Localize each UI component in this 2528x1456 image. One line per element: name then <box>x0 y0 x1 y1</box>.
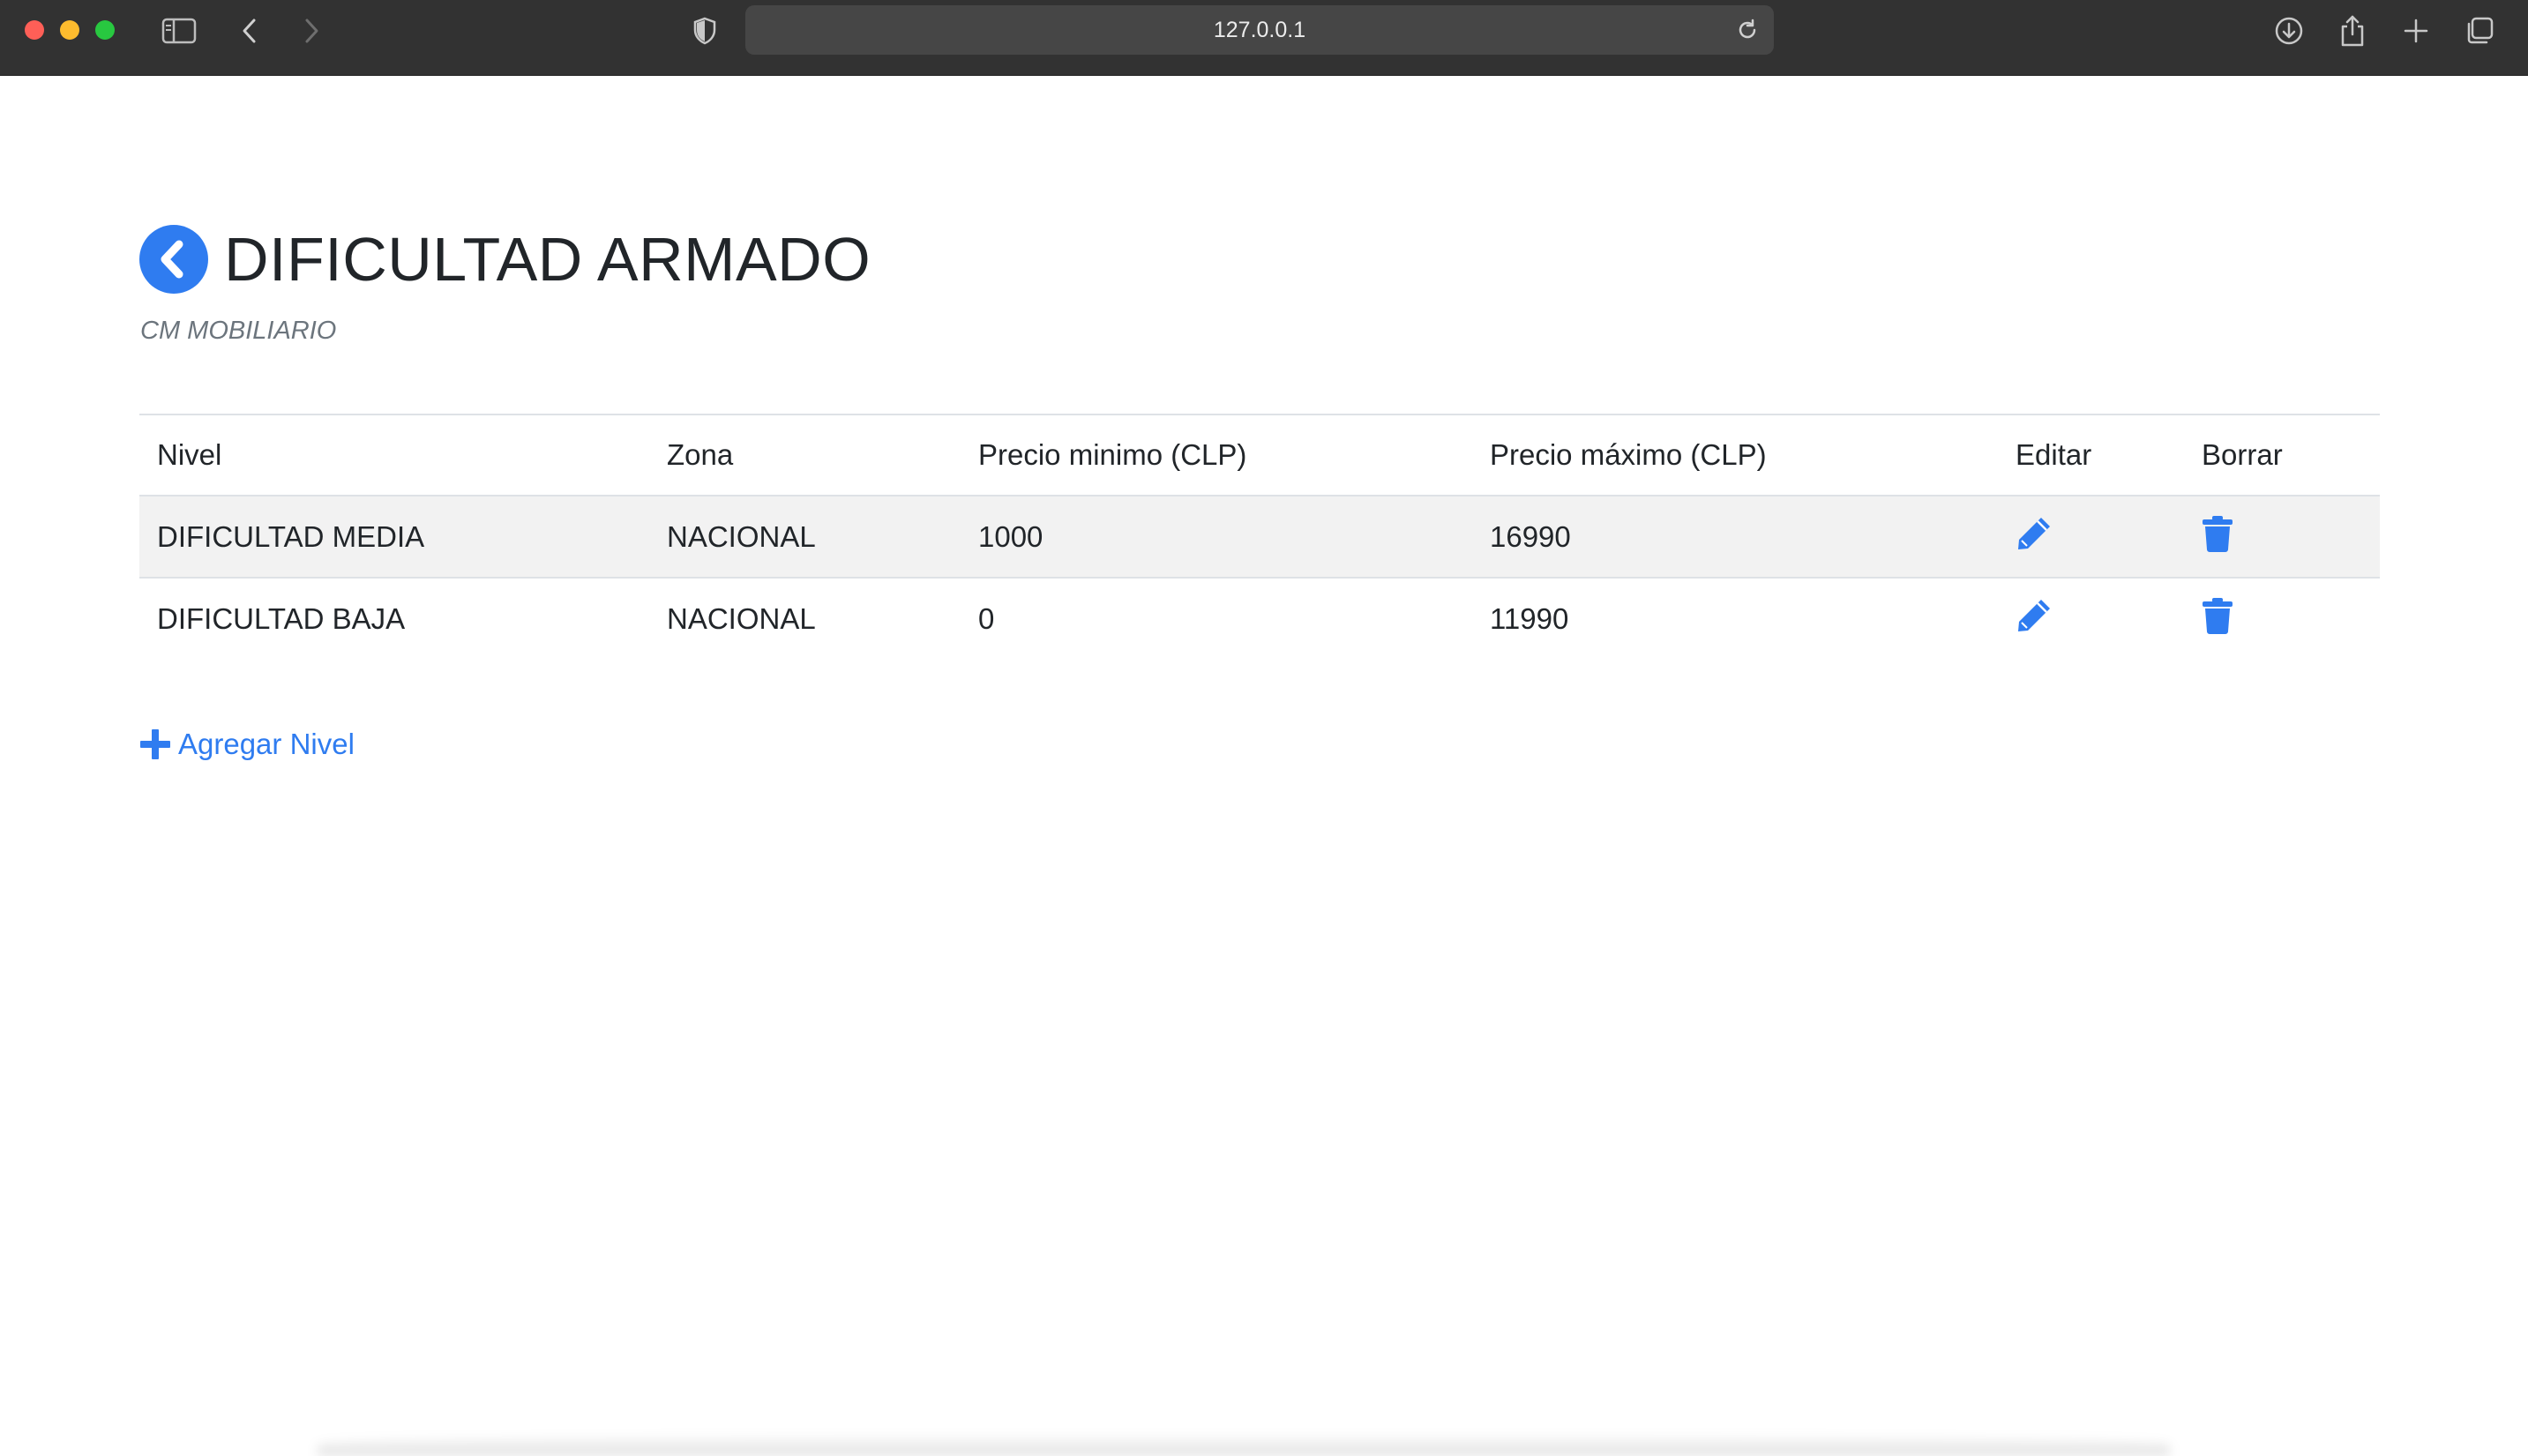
reload-icon[interactable] <box>1733 16 1761 44</box>
url-text: 127.0.0.1 <box>1213 17 1306 42</box>
cell-precio-maximo: 11990 <box>1472 577 1998 660</box>
window-bottom-shadow <box>318 1433 2170 1456</box>
cell-zona: NACIONAL <box>667 519 816 553</box>
pencil-icon[interactable] <box>2016 597 2053 634</box>
page-content: DIFICULTAD ARMADO CM MOBILIARIO Nivel Zo… <box>0 77 2528 1456</box>
downloads-icon[interactable] <box>2269 11 2309 51</box>
page-subtitle: CM MOBILIARIO <box>140 317 337 345</box>
plus-icon <box>140 729 170 759</box>
cell-editar <box>1998 577 2184 660</box>
cell-precio-minimo: 1000 <box>978 519 1043 553</box>
table-header-row: Nivel Zona Precio minimo (CLP) Precio má… <box>139 414 2380 497</box>
back-navigation-icon[interactable] <box>229 11 270 51</box>
column-header-zona: Zona <box>649 414 961 497</box>
browser-toolbar: 127.0.0.1 <box>0 0 2528 76</box>
sidebar-toggle-icon[interactable] <box>159 11 199 51</box>
tab-overview-icon[interactable] <box>2459 11 2500 51</box>
column-header-editar: Editar <box>1998 414 2184 497</box>
column-header-nivel: Nivel <box>139 414 649 497</box>
table-row: DIFICULTAD MEDIA NACIONAL 1000 16990 <box>139 496 2380 578</box>
privacy-shield-icon[interactable] <box>684 11 725 51</box>
add-level-label: Agregar Nivel <box>178 728 355 760</box>
forward-navigation-icon[interactable] <box>291 11 332 51</box>
pencil-icon[interactable] <box>2016 515 2053 552</box>
new-tab-icon[interactable] <box>2396 11 2436 51</box>
back-button[interactable] <box>139 225 208 294</box>
cell-nivel: DIFICULTAD BAJA <box>139 577 649 660</box>
column-header-precio-minimo: Precio minimo (CLP) <box>961 414 1472 497</box>
levels-table: Nivel Zona Precio minimo (CLP) Precio má… <box>139 414 2380 660</box>
minimize-window-button[interactable] <box>60 20 79 40</box>
trash-icon[interactable] <box>2202 515 2233 552</box>
page-header: DIFICULTAD ARMADO <box>139 225 871 294</box>
trash-icon[interactable] <box>2202 597 2233 634</box>
cell-nivel: DIFICULTAD MEDIA <box>157 519 425 553</box>
cell-precio-minimo: 0 <box>961 577 1472 660</box>
column-header-precio-maximo: Precio máximo (CLP) <box>1472 414 1998 497</box>
zoom-window-button[interactable] <box>95 20 115 40</box>
share-icon[interactable] <box>2332 11 2373 51</box>
table-row: DIFICULTAD BAJA NACIONAL 0 11990 <box>139 577 2380 660</box>
chevron-left-icon <box>161 240 183 279</box>
page-title: DIFICULTAD ARMADO <box>224 225 871 294</box>
address-bar[interactable]: 127.0.0.1 <box>745 5 1774 55</box>
cell-editar <box>1998 496 2184 578</box>
cell-borrar <box>2184 496 2380 578</box>
add-level-link[interactable]: Agregar Nivel <box>139 728 355 761</box>
cell-borrar <box>2184 577 2380 660</box>
cell-precio-maximo: 16990 <box>1490 519 1571 553</box>
close-window-button[interactable] <box>25 20 44 40</box>
cell-zona: NACIONAL <box>649 577 961 660</box>
column-header-borrar: Borrar <box>2184 414 2380 497</box>
